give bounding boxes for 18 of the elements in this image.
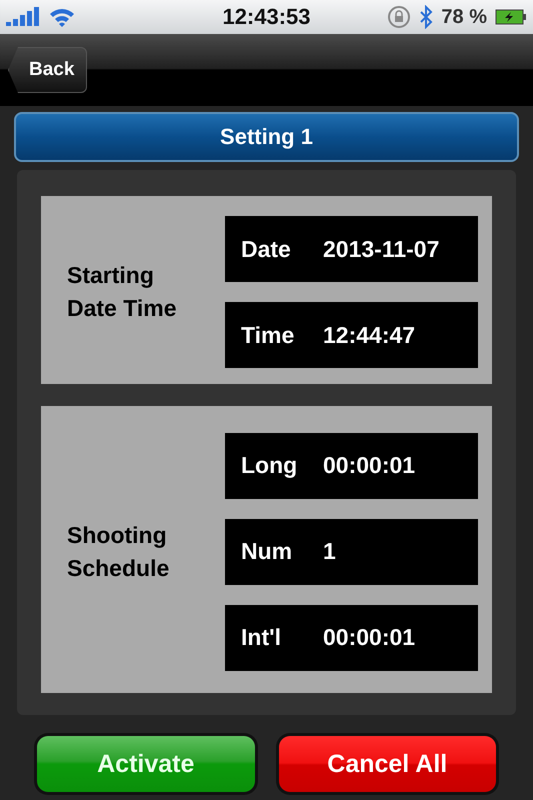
clock-time: 12:43:53	[221, 4, 312, 30]
setting-field[interactable]: Long 00:00:01	[225, 432, 478, 498]
bluetooth-icon	[419, 5, 434, 29]
section-label: Starting Date Time	[67, 261, 178, 323]
battery-percent: 78 %	[441, 6, 487, 28]
setting-field[interactable]: Date 2013-11-07	[225, 216, 478, 282]
signal-icon	[6, 7, 40, 27]
back-button[interactable]: Back	[8, 47, 88, 93]
wifi-icon	[48, 6, 76, 28]
battery-icon	[495, 9, 527, 25]
section-label: Shooting Schedule	[67, 520, 170, 582]
activate-button[interactable]: Activate	[37, 736, 254, 792]
setting-field[interactable]: Num 1	[225, 518, 478, 584]
cancel-all-button[interactable]: Cancel All	[278, 736, 496, 792]
setting-title-bar: Setting 1	[14, 112, 519, 162]
rotation-lock-icon	[387, 5, 412, 29]
setting-field[interactable]: Int'l 00:00:01	[225, 604, 478, 670]
setting-field[interactable]: Time 12:44:47	[225, 302, 478, 368]
